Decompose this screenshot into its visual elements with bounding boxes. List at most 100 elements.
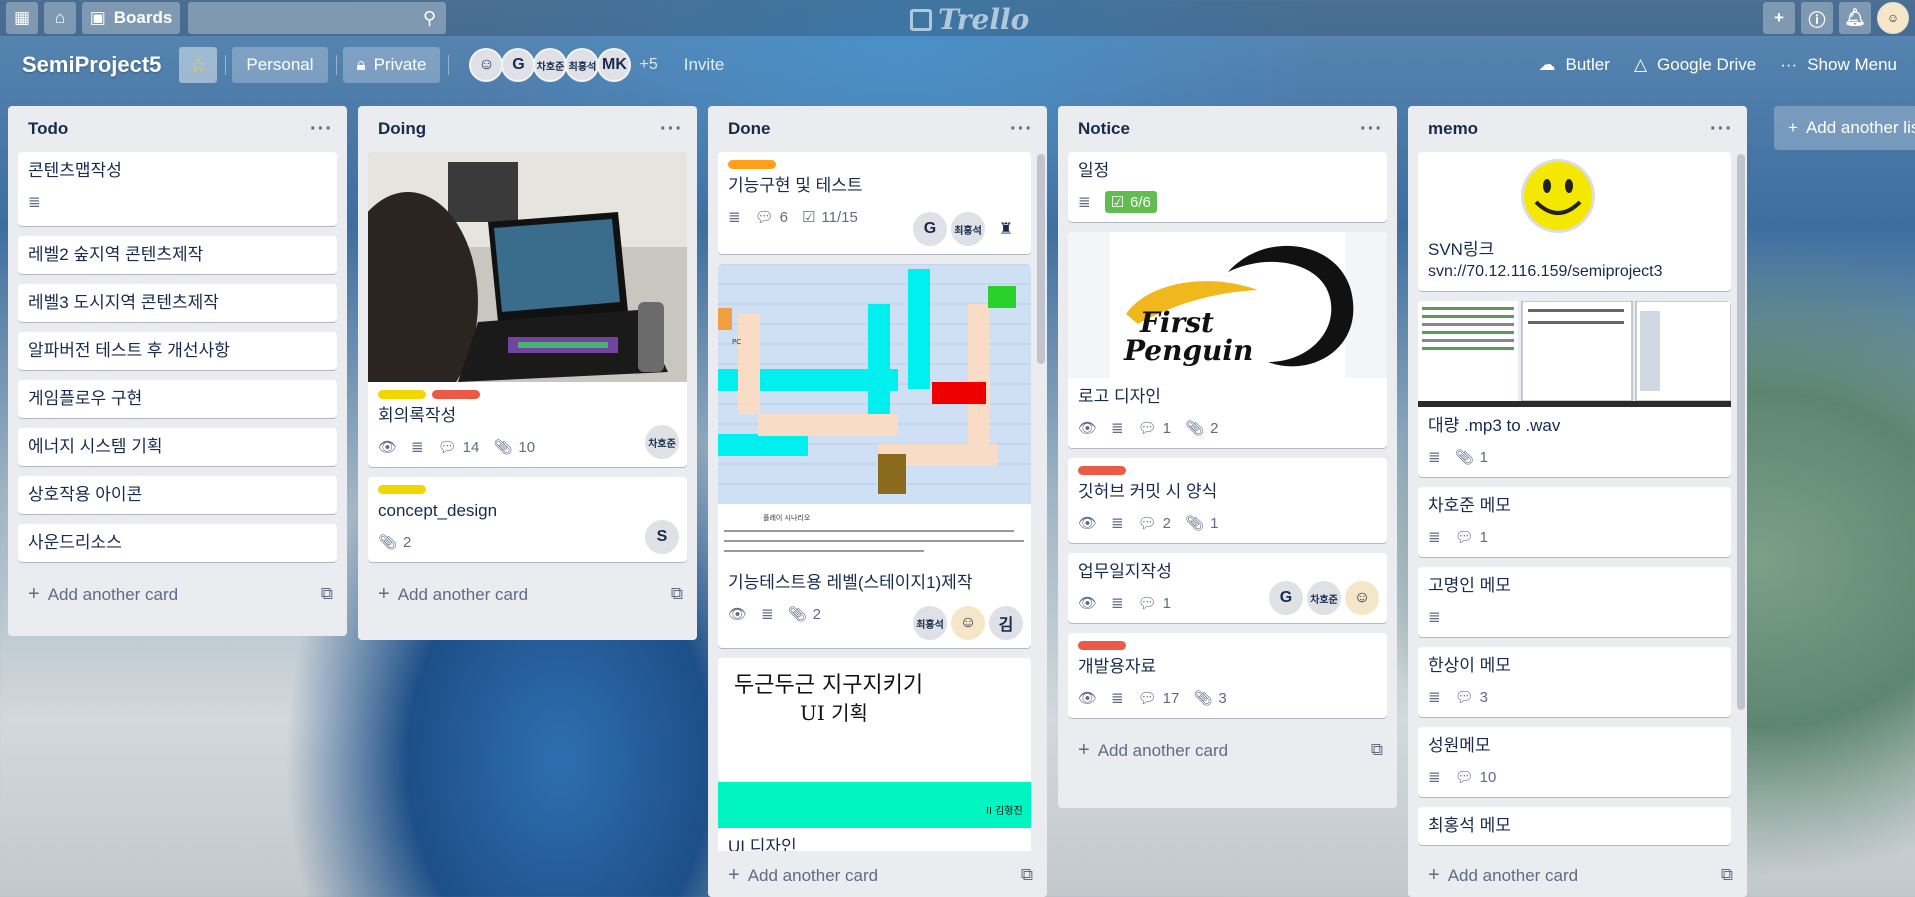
card[interactable]: SVN링크 svn://70.12.116.159/semiproject3 — [1418, 152, 1731, 291]
template-icon[interactable]: ⧉ — [671, 584, 683, 604]
card[interactable]: 한상이 메모 ≣ 💬︎ 3 — [1418, 647, 1731, 717]
list-header[interactable]: memo ··· — [1408, 106, 1747, 152]
card[interactable]: 회의록작성 👁︎ ≣ 💬︎ 14 📎︎ 10 차호준 — [368, 152, 687, 467]
list-scrollbar[interactable] — [1737, 154, 1745, 710]
plus-icon: + — [378, 582, 390, 605]
label-yellow — [378, 485, 426, 494]
add-list-button[interactable]: + Add another list — [1774, 106, 1915, 150]
card-member-avatar[interactable]: 차호준 — [1307, 581, 1341, 615]
card[interactable]: 고명인 메모 ≣ — [1418, 567, 1731, 637]
card-member-avatar[interactable]: ☺ — [951, 606, 985, 640]
card[interactable]: concept_design 📎︎ 2 S — [368, 477, 687, 562]
list-menu-icon[interactable]: ··· — [1010, 118, 1033, 141]
user-avatar[interactable]: ☺ — [1877, 2, 1909, 34]
comment-count: 1 — [1162, 419, 1172, 437]
list-menu-icon[interactable]: ··· — [1360, 118, 1383, 141]
list-header[interactable]: Notice ··· — [1058, 106, 1397, 152]
card[interactable]: PC 플레이 시나리오 기능테스트용 레벨(스테이지1)제작 👁︎ ≣ 📎︎ 2 … — [718, 264, 1031, 648]
card-member-avatar[interactable]: G — [1269, 581, 1303, 615]
card[interactable]: 상호작용 아이콘 — [18, 476, 337, 514]
card-member-avatar[interactable]: 최홍석 — [951, 212, 985, 246]
search-input[interactable]: ⚲ — [188, 2, 446, 34]
comment-icon: 💬︎ — [1454, 529, 1474, 546]
card-title: 상호작용 아이콘 — [28, 485, 143, 504]
card[interactable]: 사운드리소스 — [18, 524, 337, 562]
add-card-button[interactable]: + Add another card ⧉ — [1408, 853, 1747, 897]
list-menu-icon[interactable]: ··· — [1710, 118, 1733, 141]
star-button[interactable]: ☆ — [179, 47, 218, 83]
card-member-avatar[interactable]: 차호준 — [645, 425, 679, 459]
card-member-avatar[interactable]: ♜ — [989, 212, 1023, 246]
add-card-label: Add another card — [47, 584, 179, 604]
butler-icon: ☁ — [1538, 55, 1556, 74]
list-menu-icon[interactable]: ··· — [660, 118, 683, 141]
card[interactable]: 대량 .mp3 to .wav ≣ 📎︎ 1 — [1418, 301, 1731, 477]
list-header[interactable]: Done ··· — [708, 106, 1047, 152]
card-member-avatar[interactable]: 최홍석 — [913, 606, 947, 640]
members-more[interactable]: +5 — [639, 56, 657, 74]
card[interactable]: 에너지 시스템 기획 — [18, 428, 337, 466]
home-icon: ⌂ — [54, 8, 66, 27]
boards-button[interactable]: ▣ Boards — [82, 2, 180, 34]
member-avatar[interactable]: 차호준 — [533, 48, 568, 82]
member-avatar[interactable]: G — [501, 48, 536, 82]
card[interactable]: 레벨2 숲지역 콘텐츠제작 — [18, 236, 337, 274]
home-button[interactable]: ⌂ — [44, 2, 76, 34]
card[interactable]: 업무일지작성 👁︎ ≣ 💬︎ 1 G 차호준 ☺ — [1068, 553, 1387, 623]
list-title[interactable]: Notice — [1078, 119, 1130, 139]
member-avatar-face[interactable]: ☺ — [469, 48, 504, 82]
card-member-avatar[interactable]: 김 — [989, 606, 1023, 640]
card[interactable]: 개발용자료 👁︎ ≣ 💬︎ 17 📎︎ 3 — [1068, 633, 1387, 718]
notifications-button[interactable]: 🔔︎ — [1839, 2, 1871, 34]
card[interactable]: 두근두근 지구지키기 UI 기획 II 김형진 UI 디자인 — [718, 658, 1031, 851]
template-icon[interactable]: ⧉ — [321, 584, 333, 604]
add-card-button[interactable]: + Add another card ⧉ — [708, 853, 1047, 897]
list-title[interactable]: Doing — [378, 119, 426, 139]
card[interactable]: 기능구현 및 테스트 ≣ 💬︎ 6 ☑ 11/15 G 최홍석 ♜ — [718, 152, 1031, 254]
create-button[interactable]: + — [1763, 2, 1795, 34]
butler-button[interactable]: ☁ Butler — [1527, 47, 1622, 83]
list-title[interactable]: Done — [728, 119, 771, 139]
board-title[interactable]: SemiProject5 — [22, 52, 161, 78]
member-avatar[interactable]: 최홍석 — [565, 48, 600, 82]
list-header[interactable]: Todo ··· — [8, 106, 347, 152]
card[interactable]: 깃허브 커밋 시 양식 👁︎ ≣ 💬︎ 2 📎︎ 1 — [1068, 458, 1387, 543]
card[interactable]: 차호준 메모 ≣ 💬︎ 1 — [1418, 487, 1731, 557]
template-icon[interactable]: ⧉ — [1721, 865, 1733, 885]
template-icon[interactable]: ⧉ — [1371, 740, 1383, 760]
google-drive-button[interactable]: △ Google Drive — [1622, 47, 1768, 83]
show-menu-button[interactable]: ··· Show Menu — [1768, 47, 1909, 83]
card[interactable]: 성원메모 ≣ 💬︎ 10 — [1418, 727, 1731, 797]
add-card-button[interactable]: + Add another card ⧉ — [1058, 728, 1397, 772]
team-visibility-button[interactable]: Personal — [232, 47, 328, 83]
card-url[interactable]: svn://70.12.116.159/semiproject3 — [1428, 261, 1721, 283]
card-member-avatar[interactable]: ☺ — [1345, 581, 1379, 615]
privacy-button[interactable]: 🔒︎ Private — [342, 47, 441, 83]
invite-button[interactable]: Invite — [684, 55, 725, 75]
card[interactable]: 레벨3 도시지역 콘텐츠제작 — [18, 284, 337, 322]
apps-button[interactable]: ▦ — [6, 2, 38, 34]
list-header[interactable]: Doing ··· — [358, 106, 697, 152]
card[interactable]: First Penguin 로고 디자인 👁︎ ≣ 💬︎ 1 📎︎ 2 — [1068, 232, 1387, 448]
card[interactable]: 일정 ≣ ☑ 6/6 — [1068, 152, 1387, 222]
search-icon[interactable]: ⚲ — [423, 8, 436, 29]
card[interactable]: 게임플로우 구현 — [18, 380, 337, 418]
add-card-label: Add another card — [1447, 865, 1579, 885]
add-card-button[interactable]: + Add another card ⧉ — [358, 572, 697, 616]
member-avatar[interactable]: MK — [597, 48, 632, 82]
add-card-button[interactable]: + Add another card ⧉ — [8, 572, 347, 616]
card[interactable]: 최홍석 메모 — [1418, 807, 1731, 845]
card[interactable]: 콘텐츠맵작성 ≣ — [18, 152, 337, 226]
template-icon[interactable]: ⧉ — [1021, 865, 1033, 885]
trello-logo[interactable]: Trello — [910, 3, 1029, 36]
list-title[interactable]: Todo — [28, 119, 68, 139]
list-scrollbar[interactable] — [1037, 154, 1045, 364]
card-member-avatar[interactable]: S — [645, 520, 679, 554]
info-button[interactable]: ⓘ — [1801, 2, 1833, 34]
list-menu-icon[interactable]: ··· — [310, 118, 333, 141]
card-title: SVN링크 — [1428, 240, 1495, 259]
card-member-avatar[interactable]: G — [913, 212, 947, 246]
card-title: 게임플로우 구현 — [28, 389, 143, 408]
list-title[interactable]: memo — [1428, 119, 1478, 139]
card[interactable]: 알파버전 테스트 후 개선사항 — [18, 332, 337, 370]
